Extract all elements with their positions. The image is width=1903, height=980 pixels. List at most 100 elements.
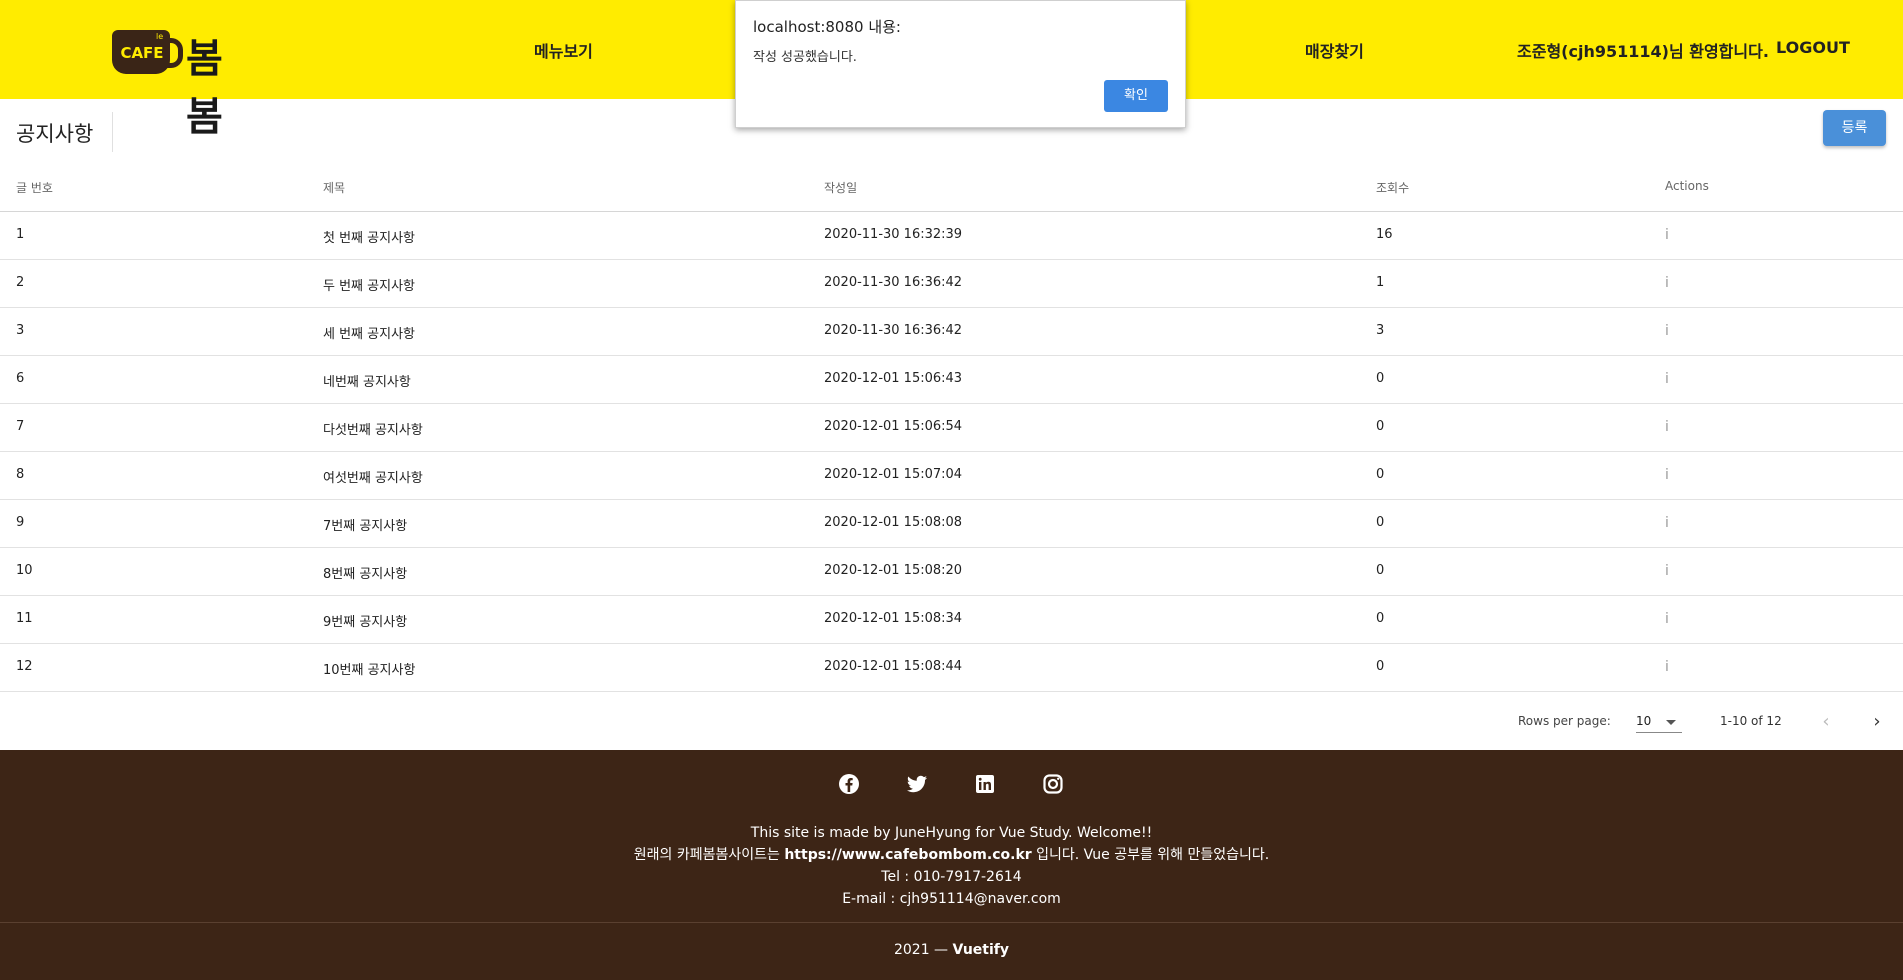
row-action-icon[interactable]: i [1665, 467, 1669, 483]
row-date: 2020-12-01 15:06:43 [824, 371, 963, 386]
cup-handle [164, 38, 183, 68]
row-title: 네번째 공지사항 [323, 375, 411, 390]
row-title: 다섯번째 공지사항 [323, 423, 423, 438]
row-action-icon[interactable]: i [1665, 515, 1669, 531]
twitter-icon[interactable] [905, 772, 929, 796]
cafe-bombom-logo[interactable]: le CAFE 봄봄 [112, 24, 252, 140]
row-date: 2020-12-01 15:08:20 [824, 563, 963, 578]
alert-message: 작성 성공했습니다. [753, 50, 857, 65]
row-action-icon[interactable]: i [1665, 563, 1669, 579]
row-number: 3 [16, 323, 25, 338]
column-header-views[interactable]: 조회수 [1376, 179, 1409, 196]
row-action-icon[interactable]: i [1665, 371, 1669, 387]
origin-site-link[interactable]: https://www.cafebombom.co.kr [784, 847, 1031, 863]
rows-per-page-value: 10 [1636, 714, 1652, 728]
row-title: 두 번째 공지사항 [323, 279, 415, 294]
welcome-text: 조준형(cjh951114)님 환영합니다. [1517, 42, 1769, 61]
table-row[interactable]: 7 다섯번째 공지사항 2020-12-01 15:06:54 0 i [0, 404, 1903, 452]
copyright: 2021 — Vuetify [0, 942, 1903, 958]
logo-brand-text: 봄봄 [186, 36, 223, 140]
row-views: 0 [1376, 659, 1385, 674]
row-number: 10 [16, 563, 33, 578]
table-row[interactable]: 6 네번째 공지사항 2020-12-01 15:06:43 0 i [0, 356, 1903, 404]
row-title: 10번째 공지사항 [323, 663, 416, 678]
row-date: 2020-12-01 15:08:44 [824, 659, 963, 674]
previous-page-button[interactable]: ‹ [1808, 704, 1844, 740]
column-header-date[interactable]: 작성일 [824, 179, 857, 196]
title-divider [112, 112, 113, 152]
row-date: 2020-11-30 16:36:42 [824, 323, 963, 338]
row-views: 1 [1376, 275, 1385, 290]
alert-title: localhost:8080 내용: [753, 18, 901, 36]
row-views: 3 [1376, 323, 1385, 338]
logo-cup-text: CAFE [120, 44, 164, 62]
site-footer: This site is made by JuneHyung for Vue S… [0, 750, 1903, 980]
row-action-icon[interactable]: i [1665, 611, 1669, 627]
row-number: 6 [16, 371, 25, 386]
footer-credit: This site is made by JuneHyung for Vue S… [750, 825, 1153, 841]
footer-origin-pre: 원래의 카페봄봄사이트는 [633, 847, 785, 863]
copyright-brand: Vuetify [952, 942, 1010, 958]
next-page-button[interactable]: › [1859, 704, 1895, 740]
row-date: 2020-12-01 15:08:08 [824, 515, 963, 530]
row-number: 9 [16, 515, 25, 530]
table-row[interactable]: 10 8번째 공지사항 2020-12-01 15:08:20 0 i [0, 548, 1903, 596]
linkedin-icon[interactable] [973, 772, 997, 796]
nav-menu-link[interactable]: 메뉴보기 [534, 38, 593, 62]
row-date: 2020-11-30 16:36:42 [824, 275, 963, 290]
row-date: 2020-12-01 15:06:54 [824, 419, 963, 434]
table-pagination: Rows per page: 10 1-10 of 12 ‹ › [0, 702, 1903, 750]
row-title: 첫 번째 공지사항 [323, 231, 415, 246]
page-range-text: 1-10 of 12 [1720, 714, 1782, 728]
row-action-icon[interactable]: i [1665, 659, 1669, 675]
logo-small-text: le [156, 32, 164, 41]
row-number: 11 [16, 611, 33, 626]
row-action-icon[interactable]: i [1665, 275, 1669, 291]
instagram-icon[interactable] [1041, 772, 1065, 796]
table-row[interactable]: 9 7번째 공지사항 2020-12-01 15:08:08 0 i [0, 500, 1903, 548]
table-row[interactable]: 11 9번째 공지사항 2020-12-01 15:08:34 0 i [0, 596, 1903, 644]
notice-table: 글 번호 제목 작성일 조회수 Actions 1 첫 번째 공지사항 2020-1… [0, 168, 1903, 692]
caret-down-icon [1666, 720, 1676, 725]
footer-email: E-mail : cjh951114@naver.com [842, 891, 1061, 907]
row-title: 7번째 공지사항 [323, 519, 408, 534]
table-row[interactable]: 2 두 번째 공지사항 2020-11-30 16:36:42 1 i [0, 260, 1903, 308]
table-row[interactable]: 12 10번째 공지사항 2020-12-01 15:08:44 0 i [0, 644, 1903, 692]
row-title: 8번째 공지사항 [323, 567, 408, 582]
row-date: 2020-11-30 16:32:39 [824, 227, 963, 242]
table-row[interactable]: 3 세 번째 공지사항 2020-11-30 16:36:42 3 i [0, 308, 1903, 356]
row-action-icon[interactable]: i [1665, 323, 1669, 339]
copyright-year: 2021 — [893, 942, 953, 958]
column-header-actions: Actions [1665, 179, 1709, 193]
row-views: 0 [1376, 371, 1385, 386]
row-action-icon[interactable]: i [1665, 419, 1669, 435]
table-header-row: 글 번호 제목 작성일 조회수 Actions [0, 168, 1903, 212]
social-links [0, 772, 1903, 798]
alert-dialog: localhost:8080 내용: 작성 성공했습니다. 확인 [735, 0, 1186, 128]
page-title: 공지사항 [16, 122, 94, 146]
facebook-icon[interactable] [837, 772, 861, 796]
row-number: 1 [16, 227, 25, 242]
nav-store-link[interactable]: 매장찾기 [1305, 38, 1364, 62]
logout-button[interactable]: LOGOUT [1776, 38, 1850, 57]
footer-origin: 원래의 카페봄봄사이트는 https://www.cafebombom.co.k… [0, 844, 1903, 866]
table-row[interactable]: 8 여섯번째 공지사항 2020-12-01 15:07:04 0 i [0, 452, 1903, 500]
row-number: 8 [16, 467, 25, 482]
rows-per-page-label: Rows per page: [1518, 714, 1611, 728]
footer-phone: Tel : 010-7917-2614 [881, 869, 1022, 885]
row-action-icon[interactable]: i [1665, 227, 1669, 243]
column-header-title[interactable]: 제목 [323, 179, 345, 196]
row-date: 2020-12-01 15:07:04 [824, 467, 963, 482]
row-number: 7 [16, 419, 25, 434]
row-views: 0 [1376, 467, 1385, 482]
column-header-number[interactable]: 글 번호 [16, 179, 53, 196]
rows-per-page-select[interactable]: 10 [1636, 708, 1682, 733]
alert-ok-button[interactable]: 확인 [1104, 80, 1168, 112]
row-number: 2 [16, 275, 25, 290]
register-button[interactable]: 등록 [1823, 110, 1886, 146]
row-views: 16 [1376, 227, 1393, 242]
row-title: 여섯번째 공지사항 [323, 471, 423, 486]
table-row[interactable]: 1 첫 번째 공지사항 2020-11-30 16:32:39 16 i [0, 212, 1903, 260]
row-date: 2020-12-01 15:08:34 [824, 611, 963, 626]
table-body: 1첫 번째 공지사항 2020-11-30 16:32:39 16 i 2 두 번째 공지… [0, 212, 1903, 692]
